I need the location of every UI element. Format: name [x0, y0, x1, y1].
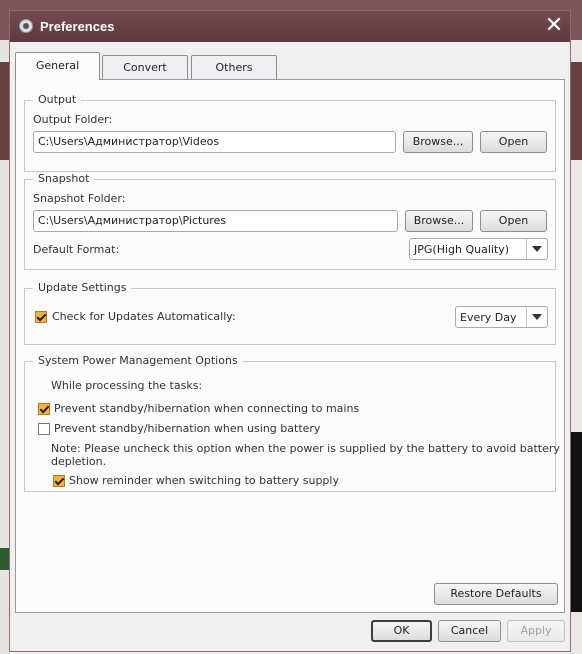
background-right-preview: [571, 432, 582, 612]
snapshot-folder-input[interactable]: C:\Users\Администратор\Pictures: [33, 210, 398, 232]
tab-others[interactable]: Others: [191, 55, 277, 79]
update-group-title: Update Settings: [33, 281, 132, 294]
chevron-down-icon: [526, 307, 547, 327]
power-group-title: System Power Management Options: [33, 354, 243, 367]
snapshot-browse-button[interactable]: Browse...: [405, 210, 473, 232]
snapshot-open-button[interactable]: Open: [480, 210, 547, 232]
background-right-banner: [571, 62, 582, 160]
ok-button[interactable]: OK: [371, 620, 432, 642]
update-frequency-value: Every Day: [460, 311, 517, 324]
background-left-thumbnail: [0, 548, 9, 570]
auto-update-checkbox[interactable]: [35, 311, 47, 323]
output-browse-button[interactable]: Browse...: [403, 131, 473, 153]
title-bar[interactable]: Preferences ✕: [10, 11, 570, 42]
app-reel-icon: [19, 19, 33, 33]
preferences-dialog: Preferences ✕ General Convert Others Out…: [9, 10, 571, 652]
tab-convert[interactable]: Convert: [102, 55, 188, 79]
snapshot-group: Snapshot Snapshot Folder: C:\Users\Админ…: [24, 172, 556, 270]
battery-note-line1: Note: Please uncheck this option when th…: [51, 442, 560, 455]
prevent-battery-checkbox[interactable]: [38, 423, 50, 435]
dialog-title: Preferences: [40, 19, 115, 34]
auto-update-label: Check for Updates Automatically:: [52, 310, 236, 323]
battery-reminder-label: Show reminder when switching to battery …: [69, 474, 339, 487]
battery-reminder-checkbox[interactable]: [53, 475, 65, 487]
close-button[interactable]: ✕: [543, 15, 565, 37]
prevent-mains-label: Prevent standby/hibernation when connect…: [54, 402, 360, 415]
output-group-title: Output: [33, 93, 82, 106]
prevent-mains-checkbox[interactable]: [38, 403, 50, 415]
tab-general[interactable]: General: [15, 52, 100, 80]
restore-defaults-button[interactable]: Restore Defaults: [434, 583, 558, 605]
background-left-banner: [0, 62, 9, 160]
snapshot-group-title: Snapshot: [33, 172, 95, 185]
output-open-button[interactable]: Open: [480, 131, 547, 153]
general-tab-panel: Output Output Folder: C:\Users\Администр…: [15, 79, 565, 613]
chevron-down-icon: [526, 239, 547, 259]
while-processing-label: While processing the tasks:: [51, 379, 203, 392]
apply-button[interactable]: Apply: [507, 620, 565, 642]
output-group: Output Output Folder: C:\Users\Администр…: [24, 93, 556, 172]
output-folder-label: Output Folder:: [33, 113, 113, 126]
cancel-button[interactable]: Cancel: [438, 620, 501, 642]
snapshot-folder-label: Snapshot Folder:: [33, 192, 126, 205]
update-settings-group: Update Settings Check for Updates Automa…: [24, 281, 556, 345]
default-format-label: Default Format:: [33, 243, 120, 256]
power-management-group: System Power Management Options While pr…: [24, 354, 560, 492]
update-frequency-select[interactable]: Every Day: [455, 306, 548, 328]
prevent-battery-label: Prevent standby/hibernation when using b…: [54, 422, 321, 435]
battery-note-line2: depletion.: [51, 455, 107, 468]
default-format-select[interactable]: JPG(High Quality): [409, 238, 548, 260]
output-folder-input[interactable]: C:\Users\Администратор\Videos: [33, 131, 396, 153]
default-format-value: JPG(High Quality): [414, 243, 510, 256]
